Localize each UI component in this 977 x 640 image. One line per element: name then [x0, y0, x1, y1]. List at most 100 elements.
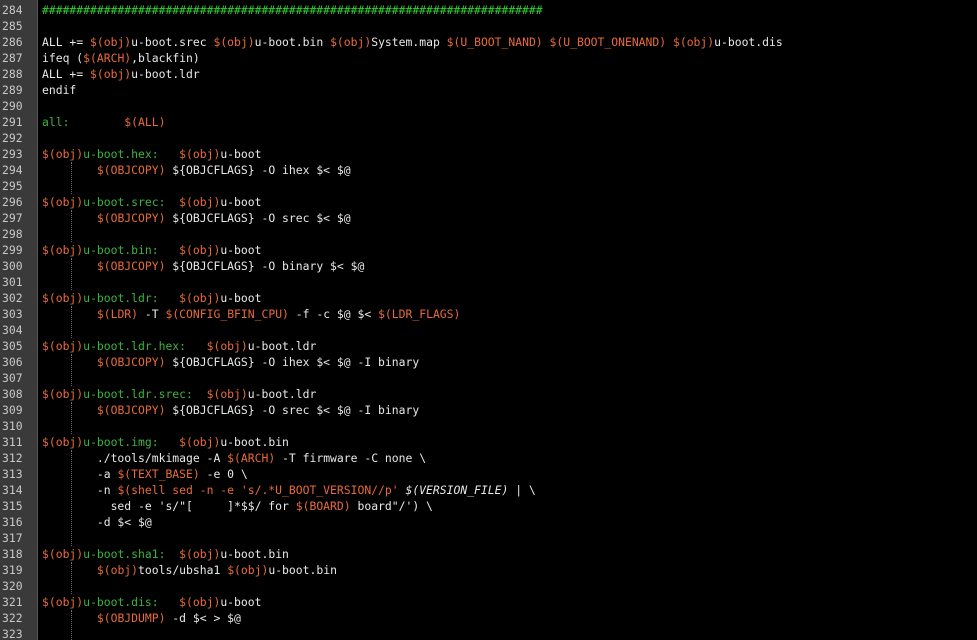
code-token: -d $< > $@	[165, 611, 241, 625]
code-token: u-boot.ldr.srec:	[83, 387, 207, 401]
code-line[interactable]: 296 $(obj)u-boot.srec: $(obj)u-boot	[0, 194, 977, 210]
code-token: -f -c $@ $<	[288, 307, 379, 321]
code-token: $(LDR_FLAGS)	[378, 307, 461, 321]
code-line[interactable]: 311 $(obj)u-boot.img: $(obj)u-boot.bin	[0, 434, 977, 450]
code-token: $(obj)	[179, 243, 221, 257]
code-token: u-boot	[220, 147, 262, 161]
code-token: $(obj)	[179, 435, 221, 449]
code-line[interactable]: 288 ALL += $(obj)u-boot.ldr	[0, 66, 977, 82]
code-line[interactable]: 290	[0, 98, 977, 114]
code-token: $(obj)	[206, 339, 248, 353]
code-line[interactable]: 319 $(obj)tools/ubsha1 $(obj)u-boot.bin	[0, 562, 977, 578]
code-line[interactable]: 320	[0, 578, 977, 594]
code-line[interactable]: 295	[0, 178, 977, 194]
code-text: sed -e 's/"[ ]*$$/ for $(BOARD) board"/'…	[42, 498, 433, 514]
code-line[interactable]: 285	[0, 18, 977, 34]
code-line[interactable]: 302 $(obj)u-boot.ldr: $(obj)u-boot	[0, 290, 977, 306]
code-token: u-boot.dis	[714, 35, 783, 49]
indent-guide	[71, 306, 72, 338]
code-token: $(obj)	[179, 291, 221, 305]
indent-guide	[71, 402, 72, 434]
code-line[interactable]: 292	[0, 130, 977, 146]
code-token: -T	[138, 307, 166, 321]
line-number: 315	[2, 499, 23, 513]
code-token: u-boot.srec	[131, 35, 214, 49]
code-token: ALL +=	[42, 67, 91, 81]
line-number: 306	[2, 355, 23, 369]
code-line[interactable]: 317	[0, 530, 977, 546]
code-line[interactable]: 318 $(obj)u-boot.sha1: $(obj)u-boot.bin	[0, 546, 977, 562]
code-token: -d $< $@	[42, 515, 152, 529]
code-token: $(obj)	[42, 547, 84, 561]
code-line[interactable]: 286 ALL += $(obj)u-boot.srec $(obj)u-boot…	[0, 34, 977, 50]
code-token: System.map	[371, 35, 447, 49]
code-line[interactable]: 310	[0, 418, 977, 434]
code-line[interactable]: 305 $(obj)u-boot.ldr.hex: $(obj)u-boot.ld…	[0, 338, 977, 354]
code-line[interactable]: 314 -n $(shell sed -n -e 's/.*U_BOOT_VER…	[0, 482, 977, 498]
code-line[interactable]: 308 $(obj)u-boot.ldr.srec: $(obj)u-boot.l…	[0, 386, 977, 402]
code-line[interactable]: 323	[0, 626, 977, 640]
code-line[interactable]: 316 -d $< $@	[0, 514, 977, 530]
code-line[interactable]: 315 sed -e 's/"[ ]*$$/ for $(BOARD) boar…	[0, 498, 977, 514]
code-token: $(obj)	[330, 35, 372, 49]
code-line[interactable]: 313 -a $(TEXT_BASE) -e 0 \	[0, 466, 977, 482]
line-number: 290	[2, 99, 23, 113]
code-token: $(obj)	[42, 435, 84, 449]
code-text: -a $(TEXT_BASE) -e 0 \	[42, 466, 248, 482]
code-token: ${OBJCFLAGS} -O binary $< $@	[165, 259, 365, 273]
code-line[interactable]: 284 #####################################…	[0, 2, 977, 18]
code-line[interactable]: 312 ./tools/mkimage -A $(ARCH) -T firmwa…	[0, 450, 977, 466]
code-token: u-boot.ldr:	[83, 291, 180, 305]
line-number: 319	[2, 563, 23, 577]
indent-guide	[71, 354, 72, 386]
code-line[interactable]: 304	[0, 322, 977, 338]
code-line[interactable]: 300 $(OBJCOPY) ${OBJCFLAGS} -O binary $<…	[0, 258, 977, 274]
code-text: ./tools/mkimage -A $(ARCH) -T firmware -…	[42, 450, 426, 466]
code-token: $(VERSION_FILE)	[405, 483, 509, 497]
code-line[interactable]: 307	[0, 370, 977, 386]
code-line[interactable]: 291 all: $(ALL)	[0, 114, 977, 130]
code-token: ./tools/mkimage -A	[42, 451, 228, 465]
code-token: $(obj)	[42, 339, 84, 353]
code-line[interactable]: 287 ifeq ($(ARCH),blackfin)	[0, 50, 977, 66]
code-token: $(OBJCOPY)	[96, 163, 166, 177]
code-editor[interactable]: 284 #####################################…	[0, 0, 977, 640]
code-token: ${OBJCFLAGS} -O ihex $< $@ -I binary	[165, 355, 420, 369]
code-line[interactable]: 293 $(obj)u-boot.hex: $(obj)u-boot	[0, 146, 977, 162]
code-line[interactable]: 309 $(OBJCOPY) ${OBJCFLAGS} -O srec $< $…	[0, 402, 977, 418]
code-token: $(U_BOOT_NAND)	[446, 35, 543, 49]
code-text: $(obj)u-boot.bin: $(obj)u-boot	[42, 242, 261, 258]
code-token: u-boot.dis:	[83, 595, 180, 609]
code-line[interactable]: 298	[0, 226, 977, 242]
line-number: 310	[2, 419, 23, 433]
code-token: u-boot.bin	[220, 435, 289, 449]
code-token: ${OBJCFLAGS} -O ihex $< $@	[165, 163, 351, 177]
code-line[interactable]: 301	[0, 274, 977, 290]
code-token: -e 0 \	[199, 467, 248, 481]
code-line[interactable]: 321 $(obj)u-boot.dis: $(obj)u-boot	[0, 594, 977, 610]
code-token: $(obj)	[213, 35, 255, 49]
code-token: $(OBJCOPY)	[96, 355, 166, 369]
code-token: -a	[42, 467, 118, 481]
code-token: $(obj)	[179, 547, 221, 561]
code-line[interactable]: 299 $(obj)u-boot.bin: $(obj)u-boot	[0, 242, 977, 258]
code-text: ALL += $(obj)u-boot.srec $(obj)u-boot.bi…	[42, 34, 783, 50]
line-number: 314	[2, 483, 23, 497]
code-token: ########################################…	[42, 3, 543, 17]
code-text: ########################################…	[42, 2, 543, 18]
code-token: u-boot.bin	[220, 547, 289, 561]
code-line[interactable]: 297 $(OBJCOPY) ${OBJCFLAGS} -O srec $< $…	[0, 210, 977, 226]
code-line[interactable]: 322 $(OBJDUMP) -d $< > $@	[0, 610, 977, 626]
code-text: $(obj)u-boot.img: $(obj)u-boot.bin	[42, 434, 289, 450]
code-line[interactable]: 303 $(LDR) -T $(CONFIG_BFIN_CPU) -f -c $…	[0, 306, 977, 322]
line-number: 303	[2, 307, 23, 321]
code-line[interactable]: 289 endif	[0, 82, 977, 98]
code-line[interactable]: 306 $(OBJCOPY) ${OBJCFLAGS} -O ihex $< $…	[0, 354, 977, 370]
code-text: $(obj)u-boot.ldr: $(obj)u-boot	[42, 290, 261, 306]
code-line[interactable]: 294 $(OBJCOPY) ${OBJCFLAGS} -O ihex $< $…	[0, 162, 977, 178]
